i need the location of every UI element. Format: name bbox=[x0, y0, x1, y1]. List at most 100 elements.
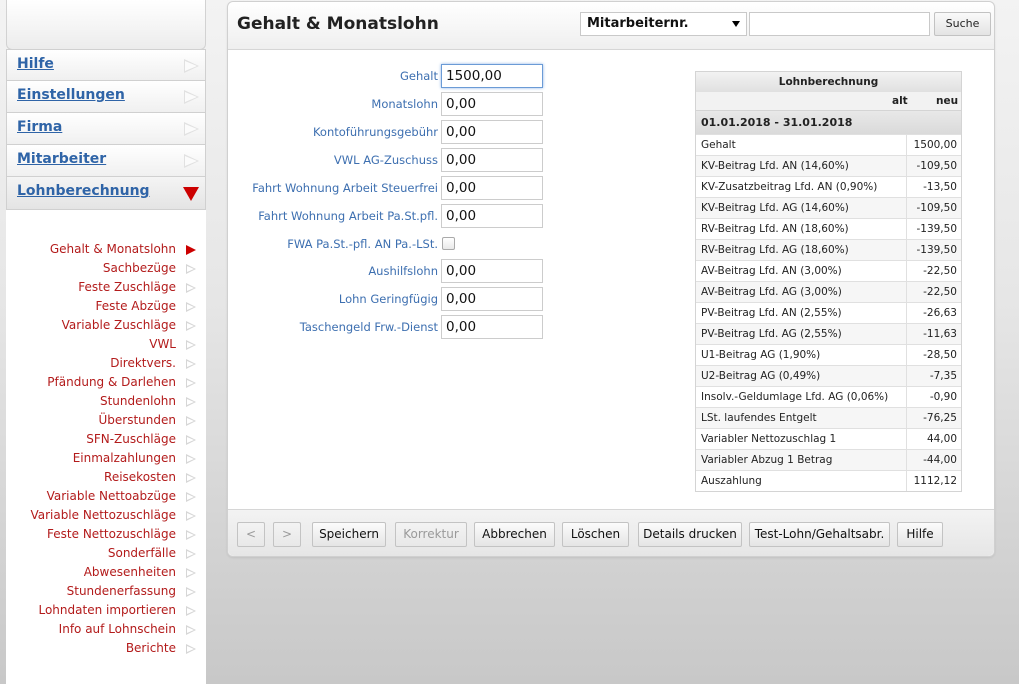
sub-nav-item-label[interactable]: Lohndaten importieren bbox=[38, 603, 176, 617]
sub-nav-item-label[interactable]: Feste Abzüge bbox=[95, 299, 176, 313]
sub-nav-item[interactable]: Feste Nettozuschläge bbox=[8, 525, 198, 544]
main-header: Gehalt & Monatslohn Mitarbeiternr. Suche bbox=[228, 2, 994, 50]
calc-row: U1-Beitrag AG (1,90%) -28,50 bbox=[696, 344, 961, 365]
flag-icon bbox=[186, 530, 196, 540]
cancel-button[interactable]: Abbrechen bbox=[474, 522, 555, 547]
help-button[interactable]: Hilfe bbox=[897, 522, 943, 547]
calc-row-label: Variabler Abzug 1 Betrag bbox=[701, 454, 833, 466]
sub-nav-item-label[interactable]: Info auf Lohnschein bbox=[59, 622, 176, 636]
employee-select[interactable]: Mitarbeiternr. bbox=[580, 12, 747, 36]
sub-nav-item-label[interactable]: Stundenerfassung bbox=[67, 584, 176, 598]
sub-nav-item[interactable]: Überstunden bbox=[8, 411, 198, 430]
sub-nav-item-label[interactable]: Variable Zuschläge bbox=[62, 318, 176, 332]
sub-nav-item-label[interactable]: Pfändung & Darlehen bbox=[47, 375, 176, 389]
sub-nav-item-label[interactable]: Variable Nettozuschläge bbox=[30, 508, 176, 522]
nav-item-einstellungen[interactable]: Einstellungen bbox=[6, 81, 206, 113]
sub-nav-item[interactable]: Einmalzahlungen bbox=[8, 449, 198, 468]
sub-nav-item-label[interactable]: Sachbezüge bbox=[103, 261, 176, 275]
nav-item-label[interactable]: Lohnberechnung bbox=[17, 183, 150, 199]
sub-nav-item[interactable]: Direktvers. bbox=[8, 354, 198, 373]
nav-item-label[interactable]: Hilfe bbox=[17, 56, 54, 72]
sub-nav-item-label[interactable]: Einmalzahlungen bbox=[73, 451, 176, 465]
amount-input[interactable] bbox=[441, 120, 543, 144]
calc-row-value: -11,63 bbox=[923, 328, 957, 340]
flag-icon bbox=[186, 416, 196, 426]
sub-nav-item[interactable]: SFN-Zuschläge bbox=[8, 430, 198, 449]
sub-nav-panel: Gehalt & Monatslohn Sachbezüge Feste Zusch… bbox=[6, 210, 206, 684]
sub-nav-item-label[interactable]: Überstunden bbox=[99, 413, 177, 427]
save-button[interactable]: Speichern bbox=[312, 522, 386, 547]
sub-nav-item[interactable]: Gehalt & Monatslohn bbox=[8, 240, 198, 259]
nav-item-label[interactable]: Einstellungen bbox=[17, 87, 125, 103]
nav-item-firma[interactable]: Firma bbox=[6, 113, 206, 145]
calc-row: AV-Beitrag Lfd. AG (3,00%) -22,50 bbox=[696, 281, 961, 302]
sub-nav-item[interactable]: Variable Nettoabzüge bbox=[8, 487, 198, 506]
calc-title: Lohnberechnung bbox=[696, 72, 961, 92]
amount-input[interactable] bbox=[441, 64, 543, 88]
sub-nav-item[interactable]: Feste Abzüge bbox=[8, 297, 198, 316]
sub-nav-item-label[interactable]: Stundenlohn bbox=[100, 394, 176, 408]
sub-nav-item-label[interactable]: Gehalt & Monatslohn bbox=[50, 242, 176, 256]
flag-icon bbox=[186, 302, 196, 312]
field-label: Taschengeld Frw.-Dienst bbox=[299, 320, 438, 334]
calc-row: KV-Beitrag Lfd. AN (14,60%) -109,50 bbox=[696, 155, 961, 176]
nav-item-lohnberechnung[interactable]: Lohnberechnung bbox=[6, 177, 206, 210]
sub-nav-item-label[interactable]: Direktvers. bbox=[110, 356, 176, 370]
nav-item-label[interactable]: Mitarbeiter bbox=[17, 151, 106, 167]
sub-nav-item-label[interactable]: Feste Zuschläge bbox=[78, 280, 176, 294]
calc-row-label: U2-Beitrag AG (0,49%) bbox=[701, 370, 821, 382]
sub-nav-item[interactable]: Pfändung & Darlehen bbox=[8, 373, 198, 392]
nav-item-hilfe[interactable]: Hilfe bbox=[6, 49, 206, 81]
column-divider bbox=[906, 429, 907, 449]
amount-input[interactable] bbox=[441, 259, 543, 283]
calc-column-headers: alt neu bbox=[696, 92, 961, 110]
sub-nav-item[interactable]: Variable Zuschläge bbox=[8, 316, 198, 335]
sub-nav-item[interactable]: Abwesenheiten bbox=[8, 563, 198, 582]
sub-nav-item[interactable]: Sonderfälle bbox=[8, 544, 198, 563]
sub-nav-item[interactable]: Stundenlohn bbox=[8, 392, 198, 411]
sub-nav-item-label[interactable]: Feste Nettozuschläge bbox=[47, 527, 176, 541]
calc-row-label: Insolv.-Geldumlage Lfd. AG (0,06%) bbox=[701, 391, 889, 403]
calc-row-label: Variabler Nettozuschlag 1 bbox=[701, 433, 837, 445]
prev-button[interactable]: < bbox=[237, 522, 265, 547]
delete-button[interactable]: Löschen bbox=[562, 522, 629, 547]
sub-nav-item-label[interactable]: SFN-Zuschläge bbox=[86, 432, 176, 446]
calc-row-label: KV-Zusatzbeitrag Lfd. AN (0,90%) bbox=[701, 181, 878, 193]
sub-nav-item-label[interactable]: Variable Nettoabzüge bbox=[47, 489, 176, 503]
sub-nav-item[interactable]: Info auf Lohnschein bbox=[8, 620, 198, 639]
column-divider bbox=[906, 408, 907, 428]
search-button[interactable]: Suche bbox=[934, 12, 991, 36]
fwa-checkbox[interactable] bbox=[442, 237, 455, 250]
calc-row-label: LSt. laufendes Entgelt bbox=[701, 412, 817, 424]
sub-nav-item-label[interactable]: Abwesenheiten bbox=[84, 565, 176, 579]
amount-input[interactable] bbox=[441, 287, 543, 311]
sub-nav-item[interactable]: Sachbezüge bbox=[8, 259, 198, 278]
sub-nav-item[interactable]: VWL bbox=[8, 335, 198, 354]
sub-nav-item-label[interactable]: VWL bbox=[149, 337, 176, 351]
sub-nav-item[interactable]: Variable Nettozuschläge bbox=[8, 506, 198, 525]
next-button[interactable]: > bbox=[273, 522, 301, 547]
search-input[interactable] bbox=[749, 12, 930, 36]
sub-nav-item[interactable]: Stundenerfassung bbox=[8, 582, 198, 601]
test-payslip-button[interactable]: Test-Lohn/Gehaltsabr. bbox=[749, 522, 890, 547]
sub-nav-item-label[interactable]: Reisekosten bbox=[104, 470, 176, 484]
amount-input[interactable] bbox=[441, 176, 543, 200]
calc-row-value: -26,63 bbox=[923, 307, 957, 319]
nav-item-mitarbeiter[interactable]: Mitarbeiter bbox=[6, 145, 206, 177]
print-details-button[interactable]: Details drucken bbox=[638, 522, 742, 547]
sub-nav-item-label[interactable]: Sonderfälle bbox=[108, 546, 176, 560]
amount-input[interactable] bbox=[441, 315, 543, 339]
sub-nav-item[interactable]: Berichte bbox=[8, 639, 198, 658]
sub-nav-item-label[interactable]: Berichte bbox=[126, 641, 176, 655]
sub-nav-item[interactable]: Feste Zuschläge bbox=[8, 278, 198, 297]
bottom-toolbar: < > Speichern Korrektur Abbrechen Lösche… bbox=[228, 509, 994, 556]
amount-input[interactable] bbox=[441, 92, 543, 116]
correct-button[interactable]: Korrektur bbox=[395, 522, 467, 547]
sub-nav-item[interactable]: Lohndaten importieren bbox=[8, 601, 198, 620]
amount-input[interactable] bbox=[441, 148, 543, 172]
nav-item-label[interactable]: Firma bbox=[17, 119, 62, 135]
amount-input[interactable] bbox=[441, 204, 543, 228]
flag-icon bbox=[186, 568, 196, 578]
sub-nav-item[interactable]: Reisekosten bbox=[8, 468, 198, 487]
flag-icon bbox=[186, 283, 196, 293]
